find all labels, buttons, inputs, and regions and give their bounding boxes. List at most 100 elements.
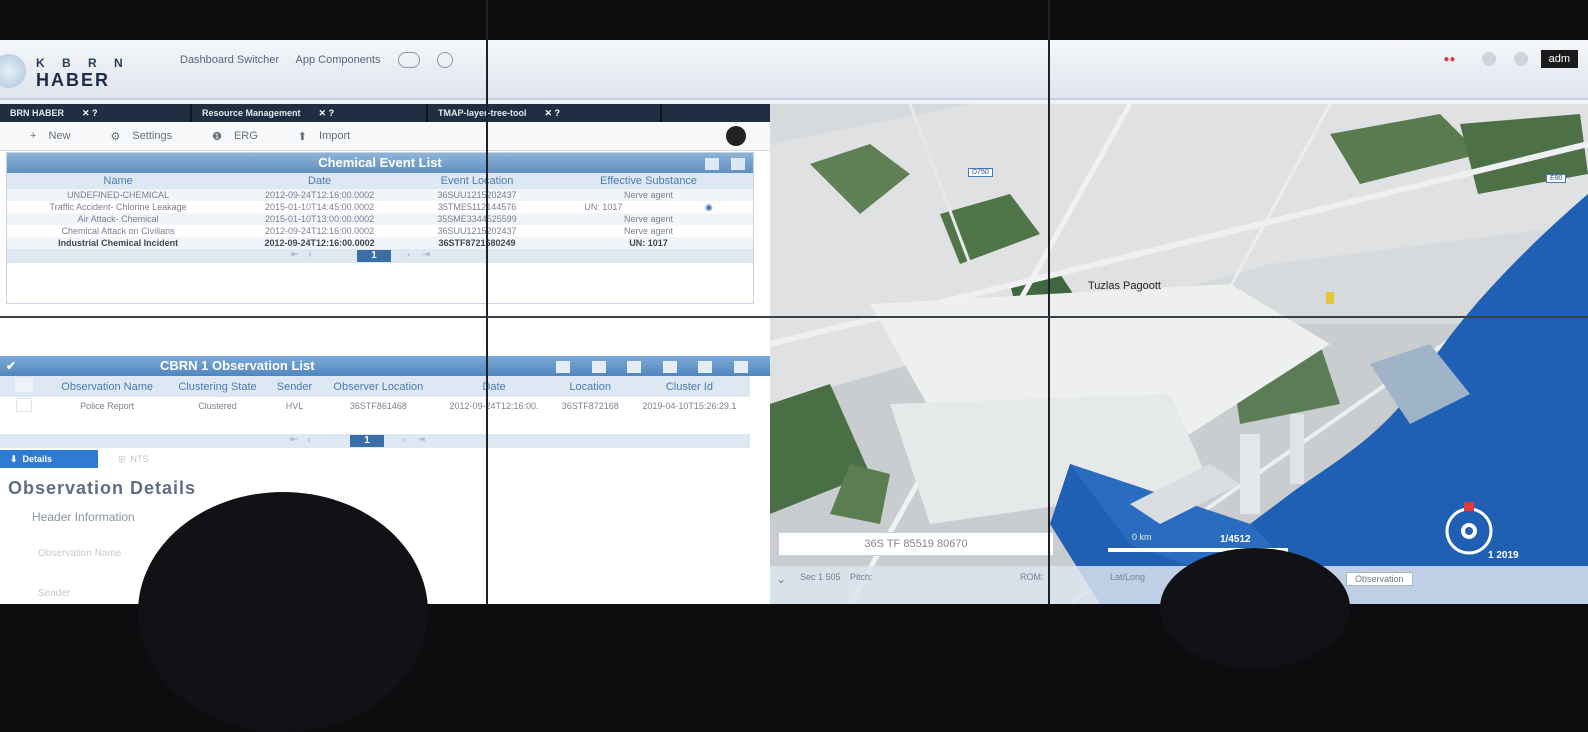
export-icon[interactable] [731, 158, 745, 170]
filter-icon[interactable] [627, 361, 642, 373]
table-row[interactable]: Air Attack- Chemical 2015-01-10T13:00:00… [7, 213, 753, 225]
map-scale-label: 1/4512 [1220, 534, 1251, 545]
tab-kbrn-haber[interactable]: BRN HABER ✕ ? [0, 104, 192, 122]
tab-label: BRN HABER [10, 108, 64, 118]
close-icon[interactable]: ✕ ? [545, 108, 561, 119]
table-row[interactable]: UNDEFINED-CHEMICAL 2012-09-24T12:16:00.0… [7, 189, 753, 201]
cell-substance: UN: 1017 [544, 237, 753, 249]
check-icon[interactable]: ✔ [6, 356, 16, 376]
cell-date: 2012-09-24T12:16:00.0002 [265, 226, 375, 236]
next-page-icon[interactable]: › ⇥ [402, 434, 425, 445]
column-header-sender[interactable]: Sender [268, 376, 321, 397]
cell-location: 36STF872168 [561, 401, 619, 411]
status-field: ROM: [1020, 572, 1044, 582]
observation-details-title: Observation Details [8, 478, 197, 498]
observation-list-header: ✔ CBRN 1 Observation List [0, 356, 770, 376]
display-bezel [0, 316, 1588, 318]
next-page-icon[interactable]: › ⇥ [407, 249, 430, 260]
panel-title: Chemical Event List [318, 155, 442, 170]
import-label: Import [319, 129, 351, 142]
cell-date: 2015-01-10T13:00:00.0002 [229, 213, 410, 225]
kbrn-logo: K B R N HABER [0, 48, 140, 90]
audience-head [138, 492, 428, 732]
map-date-label: 1 2019 [1488, 550, 1519, 561]
cell-sender: HVL [285, 401, 304, 411]
current-page[interactable]: 1 [357, 250, 391, 262]
current-page[interactable]: 1 [350, 435, 384, 447]
mail-icon[interactable] [662, 361, 677, 373]
maximize-icon[interactable] [591, 361, 606, 373]
map-place-label: Tuzlas Pagoott [1088, 280, 1161, 292]
sender-field-label: Sender [38, 588, 71, 599]
row-checkbox[interactable] [0, 397, 48, 415]
erg-label: ERG [233, 129, 258, 142]
close-icon[interactable]: ✕ ? [319, 108, 335, 119]
tab-tmap-layer-tree-tool[interactable]: TMAP-layer-tree-tool ✕ ? [428, 104, 662, 122]
column-header-date[interactable]: Date [229, 173, 410, 189]
column-header-date[interactable]: Date [436, 376, 552, 397]
column-header-observation-name[interactable]: Observation Name [48, 376, 167, 397]
tab-resource-management[interactable]: Resource Management ✕ ? [192, 104, 428, 122]
column-header-location[interactable]: Event Location [409, 173, 545, 189]
observation-mode-button[interactable]: Observation [1346, 572, 1413, 586]
settings-button[interactable]: ⚙ Settings [110, 130, 172, 143]
observation-list-panel: Observation Name Clustering State Sender… [0, 376, 750, 450]
audience-head [1160, 548, 1350, 668]
cell-location: 35SME3344525599 [409, 213, 545, 225]
column-header-clustering-state[interactable]: Clustering State [166, 376, 269, 397]
header-information-label: Header Information [32, 510, 135, 524]
table-row[interactable]: Industrial Chemical Incident 2012-09-24T… [7, 237, 753, 249]
status-field: Pitch: [850, 572, 873, 582]
tab-details-label: Details [22, 454, 53, 464]
dashboard-switcher-link[interactable]: Dashboard Switcher [180, 54, 279, 66]
info-icon: ❶ [212, 130, 222, 143]
column-header-location[interactable]: Location [551, 376, 629, 397]
forward-icon[interactable] [698, 361, 713, 373]
column-header-observer-location[interactable]: Observer Location [320, 376, 437, 397]
cell-name: Industrial Chemical Incident [7, 237, 230, 249]
user-menu[interactable]: adm [1540, 50, 1578, 68]
cell-cluster-id: 2019-04-10T15:26:29.1 [642, 401, 737, 411]
cell-name: UNDEFINED-CHEMICAL [7, 189, 230, 201]
cell-name: Chemical Attack on Civilians [61, 226, 175, 236]
table-row[interactable]: Police Report Clustered HVL 36STF861468 … [0, 397, 750, 415]
gear-icon: ⚙ [110, 130, 121, 143]
app-components-link[interactable]: App Components [296, 54, 381, 66]
new-button[interactable]: + New [30, 130, 70, 142]
settings-icon[interactable] [1513, 52, 1528, 67]
tab-nts-label: NTS [130, 454, 149, 464]
status-field: Sec 1 505 [800, 572, 841, 582]
collapse-icon[interactable]: ⌄ [776, 572, 786, 586]
display-bezel [1048, 0, 1050, 604]
logo-emblem-icon [0, 54, 26, 88]
cell-location: 36SUU1215202437 [409, 189, 545, 201]
alert-indicator[interactable]: ●● [1443, 54, 1455, 65]
logo-text-top: K B R N [36, 56, 130, 70]
column-header-cluster-id[interactable]: Cluster Id [628, 376, 750, 397]
prev-page-icon[interactable]: ⇤ ‹ [290, 434, 311, 445]
toggle-icon[interactable] [397, 52, 420, 68]
export-icon[interactable] [734, 361, 748, 373]
chevron-down-icon[interactable] [436, 52, 453, 68]
tab-details[interactable]: ⬇ Details [0, 450, 98, 468]
user-avatar-icon[interactable] [726, 126, 746, 146]
app-header: K B R N HABER Dashboard Switcher App Com… [0, 40, 1588, 100]
scale-tick-label: 0 km [1132, 532, 1152, 542]
refresh-icon[interactable] [555, 361, 570, 373]
prev-page-icon[interactable]: ⇤ ‹ [291, 249, 312, 260]
table-row[interactable]: Traffic Accident- Chlorine Leakage 2015-… [7, 201, 753, 213]
settings-label: Settings [132, 129, 173, 142]
help-icon[interactable] [1482, 52, 1497, 67]
maximize-icon[interactable] [705, 158, 719, 170]
column-header-name[interactable]: Name [7, 173, 230, 189]
cell-substance: Nerve agent [624, 226, 674, 236]
import-button[interactable]: ⬆ Import [298, 130, 350, 143]
tab-nts[interactable]: ⊞ NTS [118, 454, 149, 465]
satellite-map[interactable]: D750 E90 Tuzlas Pagoott 36S TF 85519 806… [770, 104, 1588, 604]
eye-icon[interactable]: ◉ [705, 202, 713, 212]
erg-button[interactable]: ❶ ERG [212, 130, 258, 143]
table-row[interactable]: Chemical Attack on Civilians 2012-09-24T… [7, 225, 753, 237]
close-icon[interactable]: ✕ ? [82, 108, 98, 119]
select-all-checkbox[interactable] [0, 376, 48, 397]
observation-table: Observation Name Clustering State Sender… [0, 376, 750, 415]
